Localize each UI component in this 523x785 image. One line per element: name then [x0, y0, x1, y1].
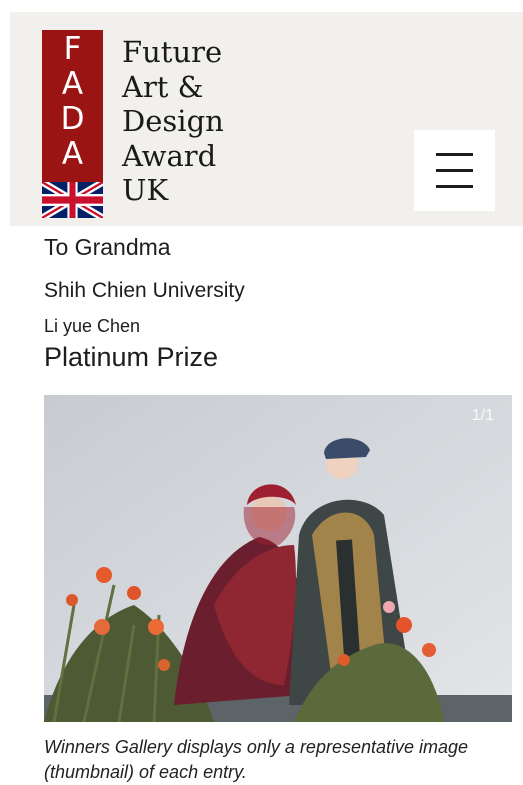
brand-name-line: UK: [122, 173, 169, 207]
menu-button[interactable]: [414, 130, 495, 211]
fada-logo-mark[interactable]: F A D A: [42, 30, 103, 218]
prize-label: Platinum Prize: [44, 342, 219, 372]
menu-line: [436, 153, 473, 156]
menu-line: [436, 169, 473, 172]
union-jack-flag-icon: [42, 182, 103, 218]
gallery-image[interactable]: 1/1: [44, 395, 512, 722]
logo-letter: A: [61, 136, 84, 172]
logo-letter: F: [63, 31, 82, 67]
gallery-disclaimer: Winners Gallery displays only a represen…: [44, 737, 469, 782]
logo-letter: A: [61, 66, 84, 102]
university-name: Shih Chien University: [44, 279, 245, 302]
menu-line: [436, 185, 473, 188]
entry-title: To Grandma: [44, 234, 171, 260]
entry-photo: [44, 395, 512, 722]
gallery-counter: 1/1: [471, 407, 494, 424]
brand-name[interactable]: Future Art & Design Award UK: [122, 35, 224, 208]
brand-name-line: Future: [122, 35, 223, 69]
brand-name-line: Award: [122, 138, 217, 173]
logo-letter: D: [60, 101, 85, 137]
logo-letters: F A D A: [42, 32, 103, 172]
designer-name: Li yue Chen: [44, 316, 141, 336]
site-header: F A D A Future Art & Design Award UK: [10, 12, 523, 226]
brand-name-line: Art &: [122, 69, 204, 104]
brand-name-line: Design: [122, 104, 224, 138]
